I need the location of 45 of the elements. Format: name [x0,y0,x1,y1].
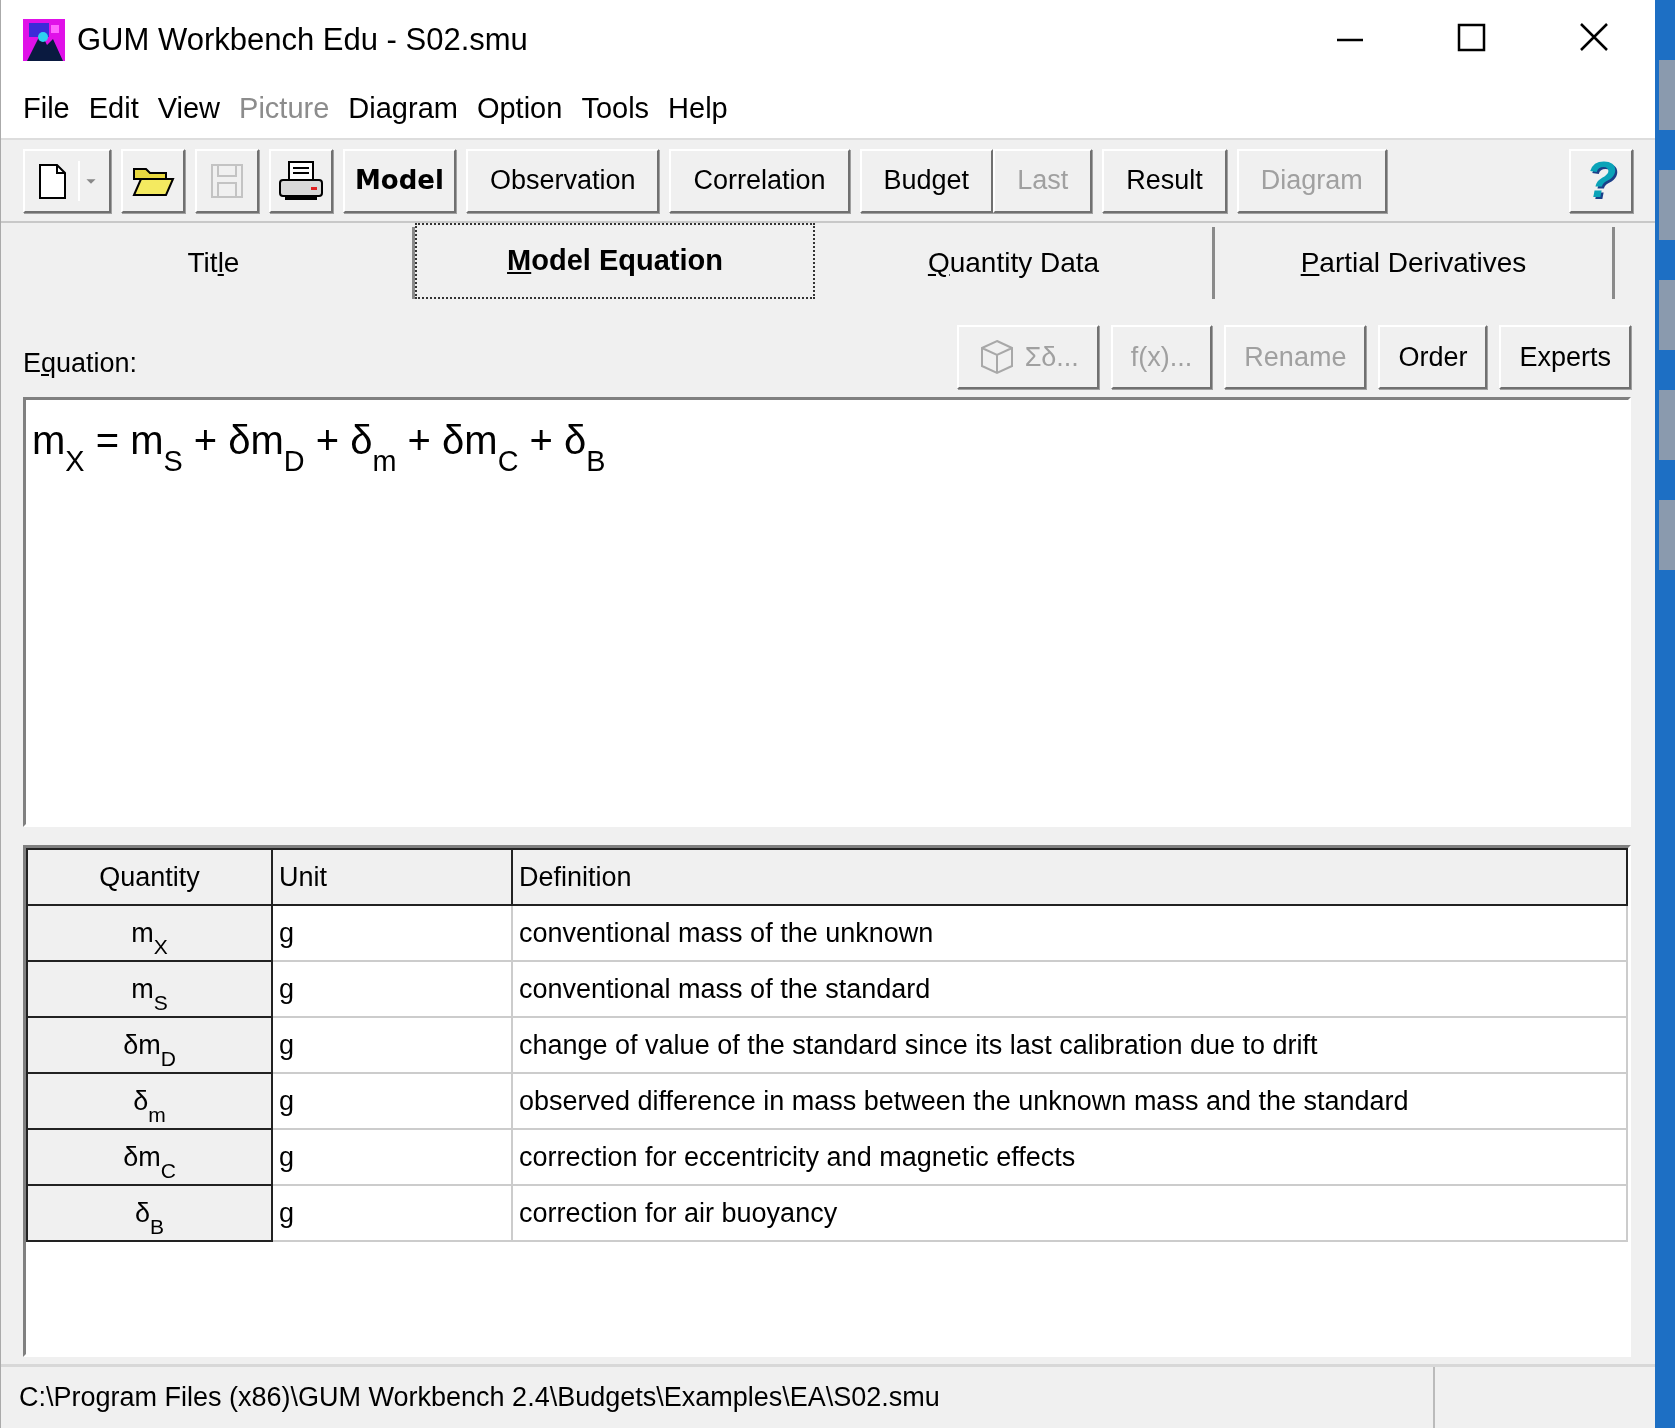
column-header[interactable]: Quantity [27,849,272,905]
toolbar-button[interactable]: Correlation [669,148,850,213]
column-header[interactable]: Definition [512,849,1627,905]
table-cell: g [272,1185,512,1241]
toolbar-button[interactable]: Budget [859,148,994,213]
equation-tool-button[interactable]: Order [1378,325,1488,389]
table-cell: g [272,1017,512,1073]
equation-editor[interactable]: m$_{X}$ = m$_{S}$ + δm$_{D}$ + δ$_{m}$ + δm$_{C}$ + δ$_{B}$ [23,397,1631,827]
row-header: δm$_{C}$ [27,1129,272,1185]
row-header: δm$_{D}$ [27,1017,272,1073]
toolbar-button[interactable]: Result [1102,148,1227,213]
toolbar-button[interactable] [23,148,111,213]
row-header: m$_{S}$ [27,961,272,1017]
window-title: GUM Workbench Edu - S02.smu [77,20,528,59]
menu-item[interactable]: File [21,87,87,131]
menu-item[interactable]: Option [474,87,580,131]
table-cell: g [272,1129,512,1185]
table-cell: change of value of the standard since its last calibration due to drift [512,1017,1627,1073]
table-cell: conventional mass of the unknown [512,905,1627,961]
table-cell: g [272,1073,512,1129]
table-cell: conventional mass of the standard [512,961,1627,1017]
row-header: δ$_{m}$ [27,1073,272,1129]
toolbar-button[interactable]: Model [343,148,456,213]
table-cell: correction for air buoyancy [512,1185,1627,1241]
toolbar-button[interactable] [121,148,185,213]
menu-item[interactable]: Diagram [346,87,475,131]
tab[interactable]: Model Equation [415,223,815,299]
row-header: δ$_{B}$ [27,1185,272,1241]
table-cell: observed difference in mass between the unknown mass and the standard [512,1073,1627,1129]
table-cell: g [272,905,512,961]
equation-label: Equation: [23,346,138,380]
printer-icon [277,159,325,202]
row-header: m$_{X}$ [27,905,272,961]
toolbar-button[interactable]: Observation [465,148,660,213]
table-cell: g [272,961,512,1017]
status-bar: C:\Program Files (x86)\GUM Workbench 2.4\Budgets\Examples\EA\S02.smu [1,1367,1435,1428]
menu-item[interactable]: View [155,87,238,131]
equation-tool-button[interactable]: Experts [1499,325,1631,389]
table-cell: correction for eccentricity and magnetic effects [512,1129,1627,1185]
menu-item[interactable]: Edit [86,87,156,131]
column-header[interactable]: Unit [272,849,512,905]
toolbar-button[interactable] [269,148,333,213]
menu-item[interactable]: Help [666,87,745,131]
app-icon [23,19,65,61]
menu-item[interactable]: Tools [579,87,667,131]
